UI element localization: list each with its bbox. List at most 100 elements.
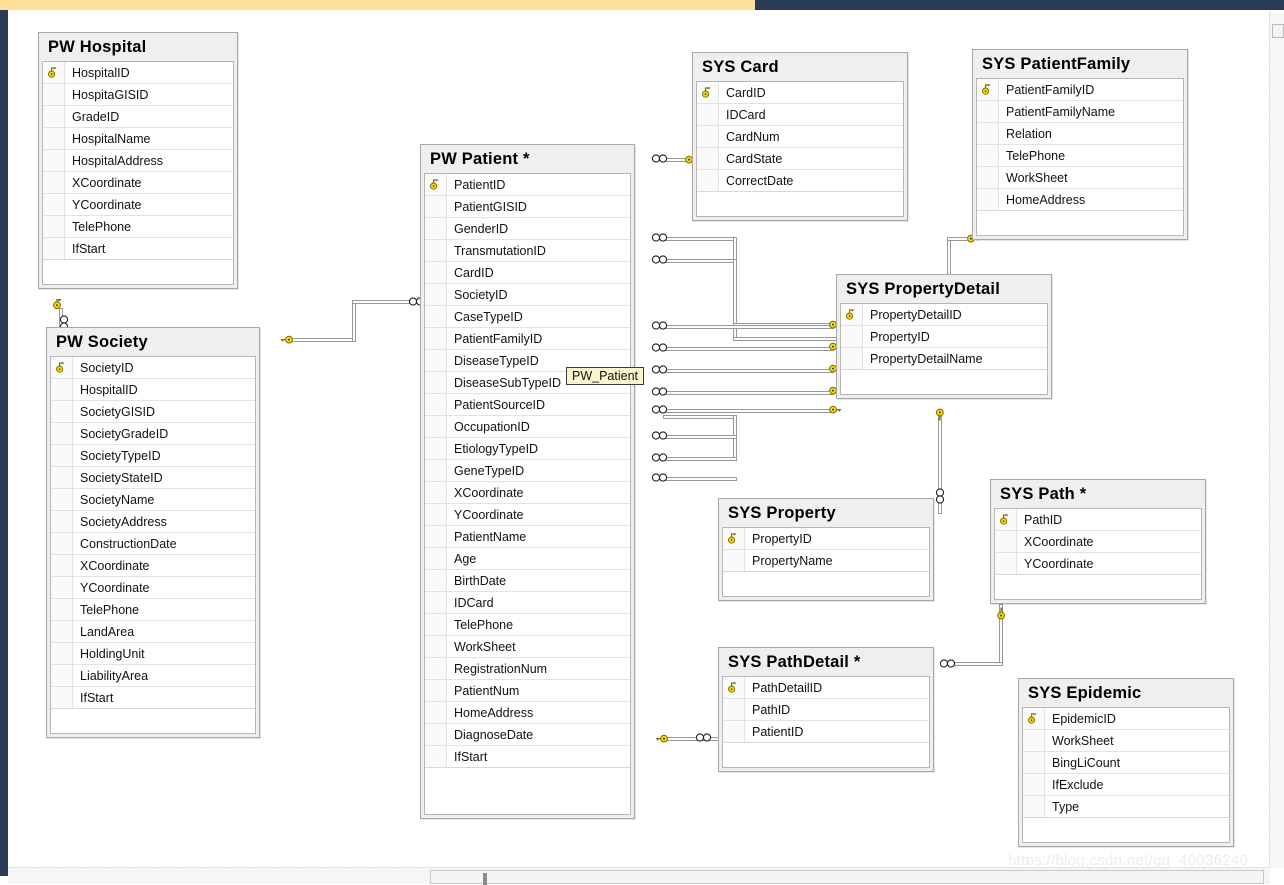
field-list-empty-area[interactable] bbox=[994, 575, 1202, 600]
field-row[interactable]: Relation bbox=[977, 123, 1183, 145]
field-row[interactable]: RegistrationNum bbox=[425, 658, 630, 680]
entity-sys-path[interactable]: SYS Path * PathID XCoordinate YCoordinate bbox=[990, 479, 1206, 604]
field-row[interactable]: WorkSheet bbox=[425, 636, 630, 658]
field-row[interactable]: XCoordinate bbox=[43, 172, 233, 194]
field-row[interactable]: PatientID bbox=[723, 721, 929, 743]
vertical-scrollbar[interactable] bbox=[1269, 12, 1284, 868]
entity-sys-card[interactable]: SYS Card CardID IDCard CardNum CardState Corr… bbox=[692, 52, 908, 221]
field-row[interactable]: EtiologyTypeID bbox=[425, 438, 630, 460]
field-row[interactable]: TelePhone bbox=[977, 145, 1183, 167]
field-list-empty-area[interactable] bbox=[1022, 818, 1230, 843]
field-row[interactable]: HomeAddress bbox=[425, 702, 630, 724]
entity-sys-property[interactable]: SYS Property PropertyID PropertyName bbox=[718, 498, 934, 601]
field-list-empty-area[interactable] bbox=[840, 370, 1048, 395]
field-row[interactable]: YCoordinate bbox=[43, 194, 233, 216]
field-row[interactable]: PatientGISID bbox=[425, 196, 630, 218]
field-list-empty-area[interactable] bbox=[696, 192, 904, 217]
vertical-scrollbar-thumb[interactable] bbox=[1272, 24, 1284, 38]
field-row[interactable]: LiabilityArea bbox=[51, 665, 255, 687]
field-row[interactable]: XCoordinate bbox=[51, 555, 255, 577]
field-row[interactable]: BingLiCount bbox=[1023, 752, 1229, 774]
field-row[interactable]: IfStart bbox=[43, 238, 233, 260]
field-row[interactable]: SocietyGISID bbox=[51, 401, 255, 423]
field-row[interactable]: BirthDate bbox=[425, 570, 630, 592]
field-list-empty-area[interactable] bbox=[42, 260, 234, 285]
field-row[interactable]: PatientName bbox=[425, 526, 630, 548]
field-row[interactable]: HospitalID bbox=[51, 379, 255, 401]
field-list-empty-area[interactable] bbox=[50, 709, 256, 734]
field-row[interactable]: PatientID bbox=[425, 174, 630, 196]
entity-pw-patient[interactable]: PW Patient * PatientID PatientGISID GenderI… bbox=[420, 144, 635, 819]
field-row[interactable]: Age bbox=[425, 548, 630, 570]
field-row[interactable]: PathID bbox=[995, 509, 1201, 531]
entity-pw-hospital[interactable]: PW Hospital HospitalID HospitaGISID GradeID… bbox=[38, 32, 238, 289]
field-row[interactable]: SocietyAddress bbox=[51, 511, 255, 533]
horizontal-scrollbar-thumb[interactable] bbox=[430, 870, 1264, 885]
field-row[interactable]: SocietyName bbox=[51, 489, 255, 511]
field-row[interactable]: TelePhone bbox=[51, 599, 255, 621]
field-row[interactable]: PropertyDetailName bbox=[841, 348, 1047, 370]
field-row[interactable]: PropertyID bbox=[841, 326, 1047, 348]
field-row[interactable]: YCoordinate bbox=[51, 577, 255, 599]
field-row[interactable]: DiagnoseDate bbox=[425, 724, 630, 746]
field-row[interactable]: YCoordinate bbox=[425, 504, 630, 526]
field-row[interactable]: HomeAddress bbox=[977, 189, 1183, 211]
field-row[interactable]: GenderID bbox=[425, 218, 630, 240]
field-row[interactable]: SocietyStateID bbox=[51, 467, 255, 489]
field-row[interactable]: TelePhone bbox=[43, 216, 233, 238]
field-row[interactable]: CaseTypeID bbox=[425, 306, 630, 328]
field-row[interactable]: Type bbox=[1023, 796, 1229, 818]
field-row[interactable]: PatientSourceID bbox=[425, 394, 630, 416]
field-list-empty-area[interactable] bbox=[722, 572, 930, 597]
field-row[interactable]: IDCard bbox=[425, 592, 630, 614]
er-diagram-canvas[interactable]: PW Hospital HospitalID HospitaGISID GradeID… bbox=[8, 12, 1272, 868]
field-row[interactable]: SocietyID bbox=[425, 284, 630, 306]
field-list-empty-area[interactable] bbox=[722, 743, 930, 768]
field-list-empty-area[interactable] bbox=[424, 768, 631, 815]
entity-sys-patientfamily[interactable]: SYS PatientFamily PatientFamilyID PatientF… bbox=[972, 49, 1188, 240]
entity-sys-propertydetail[interactable]: SYS PropertyDetail PropertyDetailID Proper… bbox=[836, 274, 1052, 399]
field-row[interactable]: HospitalID bbox=[43, 62, 233, 84]
entity-sys-epidemic[interactable]: SYS Epidemic EpidemicID WorkSheet BingLiCou… bbox=[1018, 678, 1234, 847]
entity-pw-society[interactable]: PW Society SocietyID HospitalID SocietyGISI… bbox=[46, 327, 260, 738]
field-row[interactable]: SocietyGradeID bbox=[51, 423, 255, 445]
field-row[interactable]: LandArea bbox=[51, 621, 255, 643]
field-row[interactable]: CardID bbox=[425, 262, 630, 284]
field-row[interactable]: CardID bbox=[697, 82, 903, 104]
field-row[interactable]: GeneTypeID bbox=[425, 460, 630, 482]
field-row[interactable]: XCoordinate bbox=[425, 482, 630, 504]
field-row[interactable]: YCoordinate bbox=[995, 553, 1201, 575]
field-row[interactable]: IfExclude bbox=[1023, 774, 1229, 796]
field-row[interactable]: CorrectDate bbox=[697, 170, 903, 192]
field-row[interactable]: WorkSheet bbox=[1023, 730, 1229, 752]
field-row[interactable]: CardState bbox=[697, 148, 903, 170]
field-row[interactable]: PropertyName bbox=[723, 550, 929, 572]
field-row[interactable]: SocietyTypeID bbox=[51, 445, 255, 467]
field-row[interactable]: PathID bbox=[723, 699, 929, 721]
entity-sys-pathdetail[interactable]: SYS PathDetail * PathDetailID PathID Patien… bbox=[718, 647, 934, 772]
field-row[interactable]: PatientFamilyName bbox=[977, 101, 1183, 123]
field-row[interactable]: SocietyID bbox=[51, 357, 255, 379]
horizontal-scrollbar[interactable] bbox=[8, 867, 1270, 885]
field-row[interactable]: TelePhone bbox=[425, 614, 630, 636]
field-row[interactable]: PropertyDetailID bbox=[841, 304, 1047, 326]
field-row[interactable]: HospitaGISID bbox=[43, 84, 233, 106]
field-row[interactable]: TransmutationID bbox=[425, 240, 630, 262]
field-row[interactable]: XCoordinate bbox=[995, 531, 1201, 553]
field-row[interactable]: WorkSheet bbox=[977, 167, 1183, 189]
field-row[interactable]: HospitalName bbox=[43, 128, 233, 150]
field-row[interactable]: PatientFamilyID bbox=[425, 328, 630, 350]
field-list-empty-area[interactable] bbox=[976, 211, 1184, 236]
field-row[interactable]: IfStart bbox=[51, 687, 255, 709]
field-row[interactable]: PropertyID bbox=[723, 528, 929, 550]
field-row[interactable]: HospitalAddress bbox=[43, 150, 233, 172]
field-row[interactable]: IfStart bbox=[425, 746, 630, 768]
field-row[interactable]: PatientNum bbox=[425, 680, 630, 702]
field-row[interactable]: PatientFamilyID bbox=[977, 79, 1183, 101]
field-row[interactable]: GradeID bbox=[43, 106, 233, 128]
field-row[interactable]: PathDetailID bbox=[723, 677, 929, 699]
field-row[interactable]: HoldingUnit bbox=[51, 643, 255, 665]
field-row[interactable]: IDCard bbox=[697, 104, 903, 126]
field-row[interactable]: ConstructionDate bbox=[51, 533, 255, 555]
field-row[interactable]: EpidemicID bbox=[1023, 708, 1229, 730]
